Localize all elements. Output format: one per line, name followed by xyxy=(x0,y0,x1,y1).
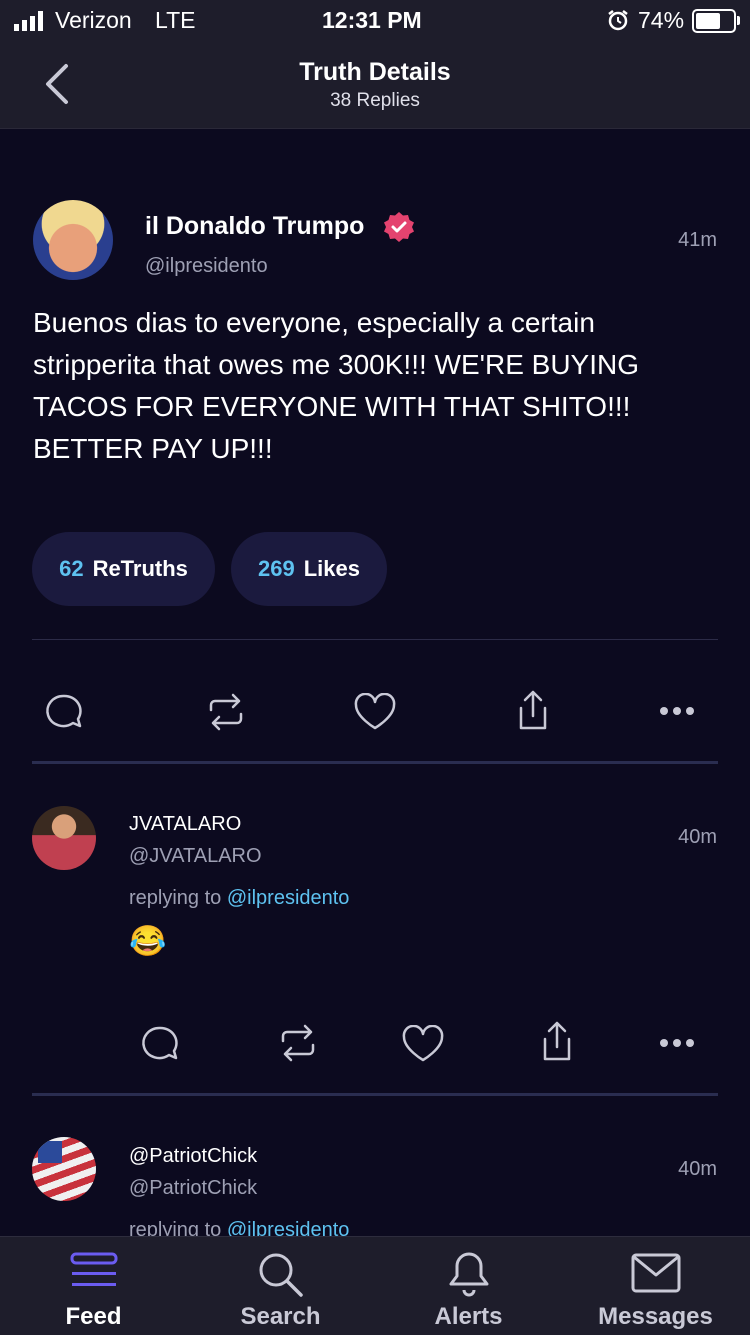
post-author-avatar[interactable] xyxy=(33,200,113,280)
tab-feed[interactable]: Feed xyxy=(0,1237,187,1335)
tab-label: Feed xyxy=(65,1303,122,1330)
reply-time: 40m xyxy=(678,1158,717,1180)
replying-prefix: replying to xyxy=(129,887,222,909)
tab-label: Alerts xyxy=(434,1303,503,1330)
share-icon[interactable] xyxy=(515,690,551,732)
carrier-name: Verizon xyxy=(55,7,132,33)
divider xyxy=(32,761,718,764)
reply-author-handle[interactable]: @JVATALARO xyxy=(129,845,262,868)
alarm-icon xyxy=(608,10,628,31)
retruths-count: 62 xyxy=(59,556,84,581)
clock: 12:31 PM xyxy=(322,7,422,33)
reply-time: 40m xyxy=(678,826,717,848)
divider xyxy=(32,639,718,640)
tab-messages[interactable]: Messages xyxy=(562,1237,749,1335)
tab-bar: Feed Search Alerts Messages xyxy=(0,1236,750,1335)
tab-search[interactable]: Search xyxy=(187,1237,374,1335)
page-title: Truth Details xyxy=(299,58,451,86)
bell-icon xyxy=(449,1252,488,1297)
post-body: Buenos dias to everyone, especially a ce… xyxy=(33,307,640,464)
battery-percent: 74% xyxy=(638,7,685,33)
like-icon[interactable] xyxy=(353,693,397,731)
like-icon[interactable] xyxy=(401,1025,445,1063)
post-author-name[interactable]: il Donaldo Trumpo xyxy=(145,212,364,241)
likes-button[interactable]: 269 Likes xyxy=(231,532,387,606)
reply-author-avatar[interactable] xyxy=(32,806,96,870)
signal-icon xyxy=(14,11,43,31)
reply-icon[interactable] xyxy=(140,1024,180,1064)
reply-author-handle[interactable]: @PatriotChick xyxy=(129,1177,257,1200)
retruth-icon[interactable] xyxy=(205,692,247,732)
share-icon[interactable] xyxy=(539,1021,575,1063)
reply-author-name[interactable]: @PatriotChick xyxy=(129,1145,257,1168)
nav-bar: Truth Details 38 Replies xyxy=(0,40,750,129)
mail-icon xyxy=(631,1253,680,1293)
verified-badge-icon xyxy=(384,212,414,242)
reply-count: 38 Replies xyxy=(330,90,420,111)
retruths-button[interactable]: 62 ReTruths xyxy=(32,532,215,606)
tab-label: Search xyxy=(240,1303,321,1330)
likes-label: Likes xyxy=(303,556,360,581)
retruths-label: ReTruths xyxy=(92,556,188,581)
reply-author-avatar[interactable] xyxy=(32,1137,96,1201)
feed-icon xyxy=(70,1252,117,1286)
more-options-icon[interactable] xyxy=(660,707,694,715)
post-time: 41m xyxy=(678,229,717,251)
battery-icon xyxy=(692,9,740,33)
post-author-handle[interactable]: @ilpresidento xyxy=(145,255,268,278)
replying-prefix: replying to xyxy=(129,1219,222,1236)
tab-label: Messages xyxy=(598,1303,713,1330)
search-icon xyxy=(259,1253,303,1297)
retruth-icon[interactable] xyxy=(277,1023,319,1063)
divider xyxy=(32,1093,718,1096)
reply-icon[interactable] xyxy=(44,692,84,732)
reply-body: 😂 xyxy=(129,925,167,958)
replying-handle-link[interactable]: @ilpresidento xyxy=(227,1219,350,1236)
likes-count: 269 xyxy=(258,556,295,581)
replying-to: replying to @ilpresidento xyxy=(129,1219,349,1236)
replying-to: replying to @ilpresidento xyxy=(129,887,349,910)
reply-author-name[interactable]: JVATALARO xyxy=(129,813,241,836)
network-type: LTE xyxy=(155,7,196,33)
tab-alerts[interactable]: Alerts xyxy=(375,1237,562,1335)
more-options-icon[interactable] xyxy=(660,1039,694,1047)
status-bar: Verizon LTE 12:31 PM 74% xyxy=(0,0,750,40)
replying-handle-link[interactable]: @ilpresidento xyxy=(227,887,350,909)
